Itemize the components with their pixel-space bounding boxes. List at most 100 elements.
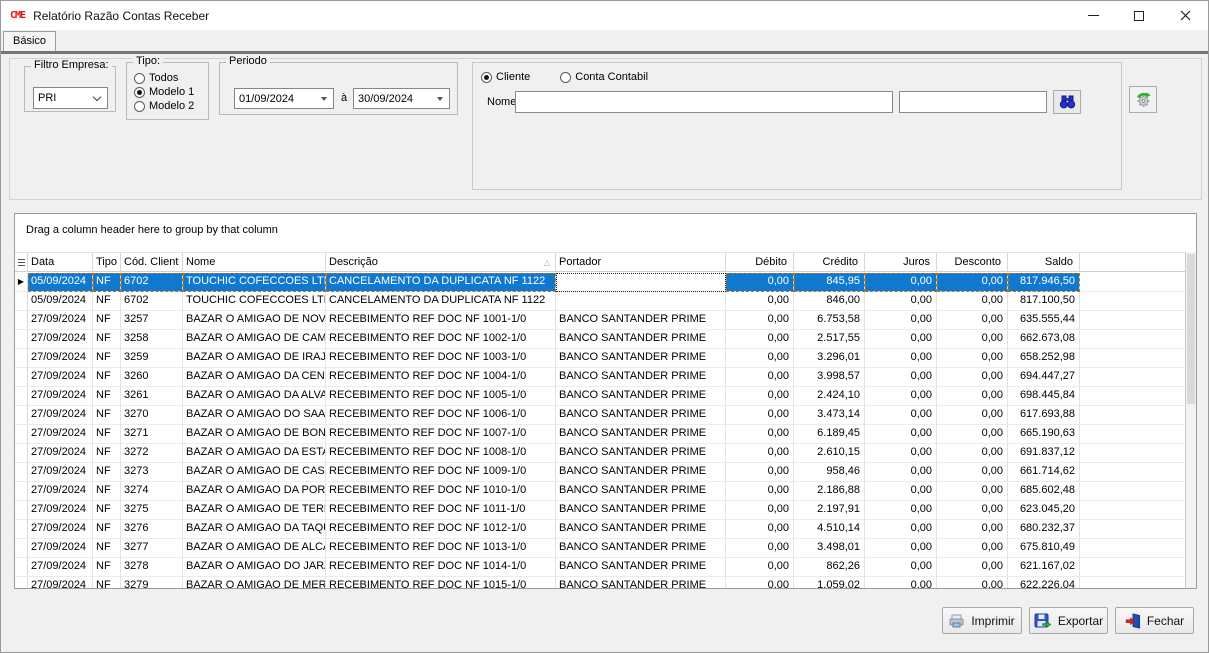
cell-desconto[interactable]: 0,00 xyxy=(937,577,1008,588)
cell-desc[interactable]: RECEBIMENTO REF DOC NF 1008-1/0 xyxy=(326,444,556,463)
table-row[interactable]: 27/09/2024NF3261BAZAR O AMIGAO DA ALVARI… xyxy=(15,387,1185,406)
cell-tipo[interactable]: NF xyxy=(93,406,121,425)
table-row[interactable]: 27/09/2024NF3273BAZAR O AMIGAO DE CASCAR… xyxy=(15,463,1185,482)
cell-tipo[interactable]: NF xyxy=(93,368,121,387)
cell-tipo[interactable]: NF xyxy=(93,520,121,539)
cell-data[interactable]: 27/09/2024 xyxy=(28,406,93,425)
table-row[interactable]: 27/09/2024NF3270BAZAR O AMIGAO DO SAARAR… xyxy=(15,406,1185,425)
cell-data[interactable]: 27/09/2024 xyxy=(28,501,93,520)
cell-debito[interactable]: 0,00 xyxy=(726,482,794,501)
cell-cod[interactable]: 3276 xyxy=(121,520,183,539)
cell-desc[interactable]: CANCELAMENTO DA DUPLICATA NF 1122 xyxy=(326,292,556,311)
table-row[interactable]: 27/09/2024NF3279BAZAR O AMIGAO DE MERITI… xyxy=(15,577,1185,588)
cell-cod[interactable]: 3261 xyxy=(121,387,183,406)
cell-desc[interactable]: RECEBIMENTO REF DOC NF 1012-1/0 xyxy=(326,520,556,539)
cell-data[interactable]: 27/09/2024 xyxy=(28,311,93,330)
fechar-button[interactable]: Fechar xyxy=(1115,607,1194,634)
cell-portador[interactable]: BANCO SANTANDER PRIME xyxy=(556,539,726,558)
minimize-button[interactable] xyxy=(1070,1,1116,30)
cell-saldo[interactable]: 661.714,62 xyxy=(1008,463,1080,482)
column-header-nome[interactable]: Nome xyxy=(183,253,326,271)
cell-portador[interactable]: BANCO SANTANDER PRIME xyxy=(556,425,726,444)
cell-juros[interactable]: 0,00 xyxy=(865,387,937,406)
cell-juros[interactable]: 0,00 xyxy=(865,349,937,368)
table-row[interactable]: 27/09/2024NF3259BAZAR O AMIGAO DE IRAJA … xyxy=(15,349,1185,368)
cell-juros[interactable]: 0,00 xyxy=(865,539,937,558)
cell-debito[interactable]: 0,00 xyxy=(726,406,794,425)
scrollbar-thumb[interactable] xyxy=(1187,254,1195,404)
cell-desconto[interactable]: 0,00 xyxy=(937,501,1008,520)
exportar-button[interactable]: Exportar xyxy=(1029,607,1108,634)
cell-saldo[interactable]: 658.252,98 xyxy=(1008,349,1080,368)
cell-tipo[interactable]: NF xyxy=(93,482,121,501)
cell-saldo[interactable]: 694.447,27 xyxy=(1008,368,1080,387)
cell-cod[interactable]: 6702 xyxy=(121,273,183,292)
column-header-juros[interactable]: Juros xyxy=(865,253,937,271)
cell-saldo[interactable]: 698.445,84 xyxy=(1008,387,1080,406)
cell-juros[interactable]: 0,00 xyxy=(865,482,937,501)
cell-data[interactable]: 27/09/2024 xyxy=(28,330,93,349)
column-header-tipo[interactable]: Tipo xyxy=(93,253,121,271)
cell-desconto[interactable]: 0,00 xyxy=(937,520,1008,539)
cell-debito[interactable]: 0,00 xyxy=(726,311,794,330)
cell-tipo[interactable]: NF xyxy=(93,444,121,463)
cell-desconto[interactable]: 0,00 xyxy=(937,349,1008,368)
column-header-portador[interactable]: Portador xyxy=(556,253,726,271)
table-row[interactable]: ▶05/09/2024NF6702TOUCHIC COFECCOES LTDAC… xyxy=(15,273,1185,292)
cell-nome[interactable]: BAZAR O AMIGAO DO SAARA xyxy=(183,406,326,425)
column-header-desc[interactable]: Descrição△ xyxy=(326,253,556,271)
cell-data[interactable]: 27/09/2024 xyxy=(28,482,93,501)
cell-desc[interactable]: RECEBIMENTO REF DOC NF 1010-1/0 xyxy=(326,482,556,501)
cell-nome[interactable]: BAZAR O AMIGAO DE CAMPO xyxy=(183,330,326,349)
cell-juros[interactable]: 0,00 xyxy=(865,558,937,577)
cell-desc[interactable]: RECEBIMENTO REF DOC NF 1005-1/0 xyxy=(326,387,556,406)
cell-cod[interactable]: 3275 xyxy=(121,501,183,520)
cell-tipo[interactable]: NF xyxy=(93,558,121,577)
column-header-cod[interactable]: Cód. Cliente xyxy=(121,253,183,271)
cell-data[interactable]: 27/09/2024 xyxy=(28,444,93,463)
cell-tipo[interactable]: NF xyxy=(93,311,121,330)
cell-nome[interactable]: BAZAR O AMIGAO DE TERESO xyxy=(183,501,326,520)
column-header-desconto[interactable]: Desconto xyxy=(937,253,1008,271)
cell-portador[interactable]: BANCO SANTANDER PRIME xyxy=(556,330,726,349)
cell-credito[interactable]: 2.610,15 xyxy=(794,444,865,463)
table-row[interactable]: 27/09/2024NF3260BAZAR O AMIGAO DA CENTRR… xyxy=(15,368,1185,387)
cell-debito[interactable]: 0,00 xyxy=(726,501,794,520)
cell-data[interactable]: 05/09/2024 xyxy=(28,292,93,311)
cell-credito[interactable]: 2.197,91 xyxy=(794,501,865,520)
cell-credito[interactable]: 3.473,14 xyxy=(794,406,865,425)
cell-tipo[interactable]: NF xyxy=(93,273,121,292)
cell-juros[interactable]: 0,00 xyxy=(865,463,937,482)
cell-portador[interactable]: BANCO SANTANDER PRIME xyxy=(556,463,726,482)
cell-credito[interactable]: 958,46 xyxy=(794,463,865,482)
nome-input[interactable] xyxy=(515,91,893,113)
cell-portador[interactable]: BANCO SANTANDER PRIME xyxy=(556,311,726,330)
cell-saldo[interactable]: 680.232,37 xyxy=(1008,520,1080,539)
cell-nome[interactable]: BAZAR O AMIGAO DA TAQUA xyxy=(183,520,326,539)
cell-data[interactable]: 27/09/2024 xyxy=(28,558,93,577)
cell-tipo[interactable]: NF xyxy=(93,292,121,311)
cell-desc[interactable]: RECEBIMENTO REF DOC NF 1006-1/0 xyxy=(326,406,556,425)
cell-nome[interactable]: BAZAR O AMIGAO DE IRAJA I xyxy=(183,349,326,368)
cell-saldo[interactable]: 623.045,20 xyxy=(1008,501,1080,520)
cell-cod[interactable]: 3278 xyxy=(121,558,183,577)
date-to-select[interactable]: 30/09/2024 xyxy=(353,88,450,109)
cell-data[interactable]: 27/09/2024 xyxy=(28,349,93,368)
cell-nome[interactable]: BAZAR O AMIGAO DE NOVA I xyxy=(183,311,326,330)
cell-cod[interactable]: 3277 xyxy=(121,539,183,558)
cell-credito[interactable]: 3.998,57 xyxy=(794,368,865,387)
cell-saldo[interactable]: 691.837,12 xyxy=(1008,444,1080,463)
cell-desc[interactable]: CANCELAMENTO DA DUPLICATA NF 1122 xyxy=(326,273,556,292)
cell-data[interactable]: 05/09/2024 xyxy=(28,273,93,292)
table-row[interactable]: 05/09/2024NF6702TOUCHIC COFECCOES LTDACA… xyxy=(15,292,1185,311)
cell-debito[interactable]: 0,00 xyxy=(726,463,794,482)
cell-desconto[interactable]: 0,00 xyxy=(937,558,1008,577)
cell-juros[interactable]: 0,00 xyxy=(865,425,937,444)
refresh-button[interactable] xyxy=(1129,86,1157,113)
cell-saldo[interactable]: 817.946,50 xyxy=(1008,273,1080,292)
cell-juros[interactable]: 0,00 xyxy=(865,501,937,520)
cell-saldo[interactable]: 635.555,44 xyxy=(1008,311,1080,330)
cell-nome[interactable]: BAZAR O AMIGAO DA ALVARI xyxy=(183,387,326,406)
cell-debito[interactable]: 0,00 xyxy=(726,368,794,387)
cell-saldo[interactable]: 662.673,08 xyxy=(1008,330,1080,349)
